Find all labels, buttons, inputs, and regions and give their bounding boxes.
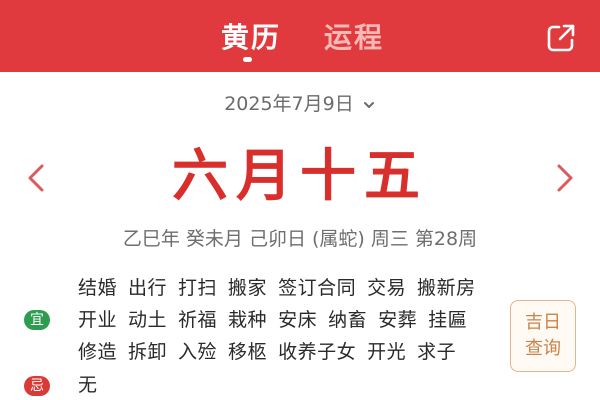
yi-item: 求子 <box>417 341 457 363</box>
yi-item: 拆卸 <box>128 341 168 363</box>
yi-item: 开光 <box>367 341 407 363</box>
yi-badge: 宜 <box>24 310 50 330</box>
yi-row-2: 开业 动土 祈福 栽种 安床 纳畜 安葬 挂匾 <box>78 305 478 335</box>
top-bar: 黄历 运程 <box>0 0 600 72</box>
active-tab-indicator <box>243 57 252 62</box>
auspicious-day-query-label-2: 查询 <box>525 338 561 359</box>
yi-item: 打扫 <box>178 277 218 299</box>
yi-item: 结婚 <box>78 277 118 299</box>
yi-item: 交易 <box>367 277 407 299</box>
auspicious-day-query-label-1: 吉日 <box>525 312 561 333</box>
share-external-icon[interactable] <box>545 22 577 54</box>
yi-item: 开业 <box>78 309 118 331</box>
yi-item: 入殓 <box>178 341 218 363</box>
yi-row-3: 修造 拆卸 入殓 移柩 收养子女 开光 求子 <box>78 337 467 367</box>
yi-item: 安葬 <box>378 309 418 331</box>
yi-item: 收养子女 <box>278 341 357 363</box>
yi-item: 祈福 <box>178 309 218 331</box>
yi-item: 动土 <box>128 309 168 331</box>
yi-item: 安床 <box>278 309 318 331</box>
yi-item: 出行 <box>128 277 168 299</box>
yi-row-1: 结婚 出行 打扫 搬家 签订合同 交易 搬新房 <box>78 273 487 303</box>
lunar-date: 六月十五 <box>172 143 428 209</box>
yi-item: 栽种 <box>228 309 268 331</box>
yi-item: 挂匾 <box>428 309 468 331</box>
ganzhi-line: 乙巳年 癸未月 己卯日 (属蛇) 周三 第28周 <box>122 228 478 250</box>
yi-item: 纳畜 <box>328 309 368 331</box>
ji-value: 无 <box>78 374 98 396</box>
next-day-chevron-right-icon[interactable] <box>551 160 579 196</box>
yi-item: 签订合同 <box>278 277 357 299</box>
auspicious-day-query-button[interactable]: 吉日 查询 <box>510 300 576 372</box>
ji-badge: 忌 <box>24 376 50 396</box>
tab-almanac[interactable]: 黄历 <box>221 20 281 56</box>
date-selector[interactable]: 2025年7月9日 <box>0 90 600 118</box>
date-label: 2025年7月9日 <box>224 93 354 115</box>
yi-item: 修造 <box>78 341 118 363</box>
chevron-down-icon <box>363 101 374 108</box>
tab-fortune[interactable]: 运程 <box>324 20 384 56</box>
yi-item: 移柩 <box>228 341 268 363</box>
yi-item: 搬家 <box>228 277 268 299</box>
yi-item: 搬新房 <box>417 277 476 299</box>
